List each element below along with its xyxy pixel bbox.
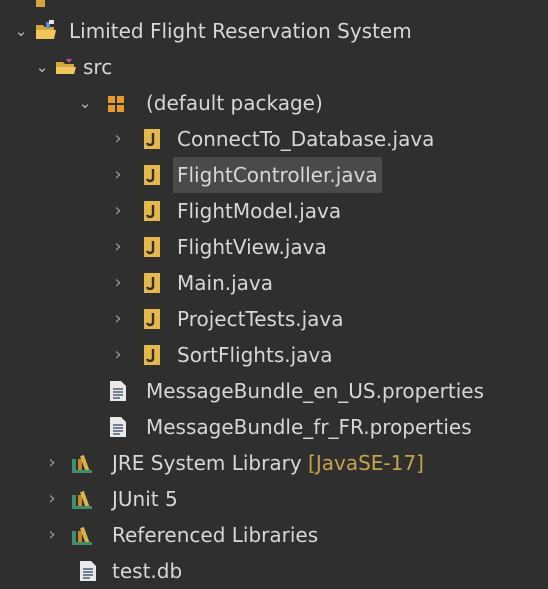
tree-item-label: Main.java xyxy=(177,271,274,295)
tree-item-properties-file[interactable]: MessageBundle_fr_FR.properties xyxy=(0,409,548,445)
tree-item-java-file[interactable]: › FlightController.java xyxy=(0,157,548,193)
file-icon xyxy=(79,560,99,582)
tree-item-label: (default package) xyxy=(146,91,323,115)
chevron-right-icon[interactable]: › xyxy=(41,445,63,481)
tree-item-label: ProjectTests.java xyxy=(177,307,344,331)
project-explorer-tree: ⌄ Limited Flight Reservation System ⌄ sr… xyxy=(0,0,548,586)
chevron-down-icon[interactable]: ⌄ xyxy=(74,85,96,121)
tree-item-default-package[interactable]: ⌄ (default package) xyxy=(0,85,548,121)
tree-item-db-file[interactable]: test.db xyxy=(0,553,548,589)
chevron-down-icon[interactable]: ⌄ xyxy=(10,13,32,49)
package-icon xyxy=(106,92,126,114)
java-file-icon xyxy=(143,308,163,330)
scrolled-item-icon-fragment xyxy=(36,0,45,7)
tree-item-properties-file[interactable]: MessageBundle_en_US.properties xyxy=(0,373,548,409)
chevron-right-icon[interactable]: › xyxy=(107,301,129,337)
tree-item-label: test.db xyxy=(112,559,183,583)
tree-item-label: MessageBundle_fr_FR.properties xyxy=(146,415,472,439)
tree-item-label: Referenced Libraries xyxy=(112,523,319,547)
tree-item-label: FlightController.java xyxy=(173,157,382,193)
chevron-right-icon[interactable]: › xyxy=(107,157,129,193)
tree-item-junit-library[interactable]: › JUnit 5 xyxy=(0,481,548,517)
chevron-right-icon[interactable]: › xyxy=(107,229,129,265)
tree-item-java-file[interactable]: › ProjectTests.java xyxy=(0,301,548,337)
chevron-right-icon[interactable]: › xyxy=(107,265,129,301)
library-version-decoration: [JavaSE-17] xyxy=(308,451,424,475)
tree-item-label: src xyxy=(83,55,113,79)
tree-item-project[interactable]: ⌄ Limited Flight Reservation System xyxy=(0,13,548,49)
library-icon xyxy=(71,488,92,510)
tree-item-label: FlightView.java xyxy=(177,235,327,259)
tree-item-java-file[interactable]: › Main.java xyxy=(0,265,548,301)
tree-item-label: Limited Flight Reservation System xyxy=(69,19,412,43)
tree-item-java-file[interactable]: › FlightView.java xyxy=(0,229,548,265)
java-file-icon xyxy=(143,128,163,150)
library-name: JRE System Library xyxy=(112,451,302,475)
library-icon xyxy=(71,452,92,474)
tree-item-label: ConnectTo_Database.java xyxy=(177,127,435,151)
java-file-icon xyxy=(143,344,163,366)
tree-item-label: MessageBundle_en_US.properties xyxy=(146,379,485,403)
java-file-icon xyxy=(143,272,163,294)
tree-item-java-file[interactable]: › FlightModel.java xyxy=(0,193,548,229)
tree-item-label: JRE System Library [JavaSE-17] xyxy=(112,445,424,481)
tree-item-label: SortFlights.java xyxy=(177,343,333,367)
tree-item-java-file[interactable]: › SortFlights.java xyxy=(0,337,548,373)
tree-item-label: FlightModel.java xyxy=(177,199,342,223)
chevron-right-icon[interactable]: › xyxy=(41,481,63,517)
tree-item-label: JUnit 5 xyxy=(112,487,178,511)
library-icon xyxy=(71,524,92,546)
chevron-down-icon[interactable]: ⌄ xyxy=(31,49,53,85)
tree-item-src[interactable]: ⌄ src xyxy=(0,49,548,85)
chevron-right-icon[interactable]: › xyxy=(41,517,63,553)
java-file-icon xyxy=(143,164,163,186)
tree-item-referenced-libraries[interactable]: › Referenced Libraries xyxy=(0,517,548,553)
chevron-right-icon[interactable]: › xyxy=(107,193,129,229)
java-file-icon xyxy=(143,236,163,258)
source-folder-icon xyxy=(55,56,76,78)
java-project-folder-icon xyxy=(35,20,56,42)
properties-file-icon xyxy=(109,416,129,438)
chevron-right-icon[interactable]: › xyxy=(107,121,129,157)
properties-file-icon xyxy=(109,380,129,402)
tree-item-java-file[interactable]: › ConnectTo_Database.java xyxy=(0,121,548,157)
tree-item-jre-library[interactable]: › JRE System Library [JavaSE-17] xyxy=(0,445,548,481)
java-file-icon xyxy=(143,200,163,222)
chevron-right-icon[interactable]: › xyxy=(107,337,129,373)
